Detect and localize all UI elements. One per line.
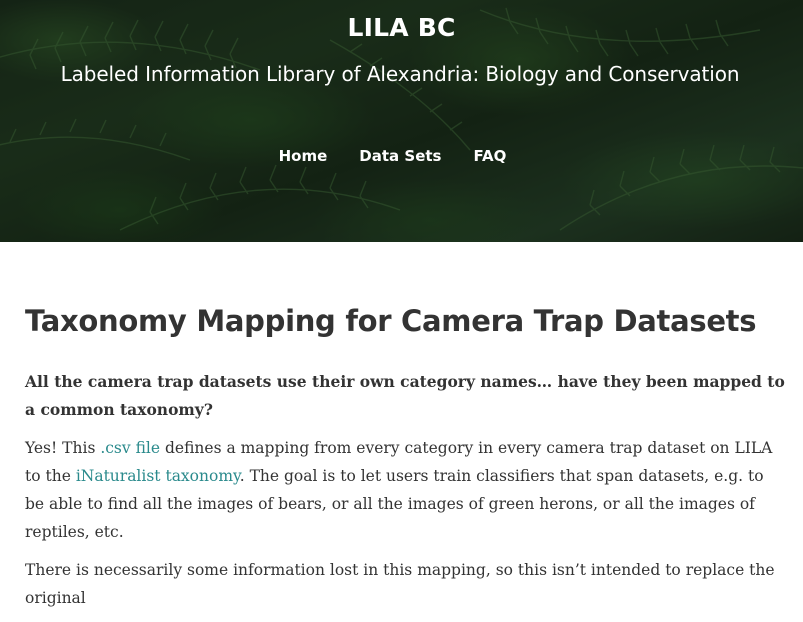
- answer-text-prefix: Yes! This: [25, 439, 101, 457]
- mapping-note: There is necessarily some information lo…: [25, 561, 775, 607]
- faq-question: All the camera trap datasets use their o…: [25, 372, 785, 419]
- csv-file-link[interactable]: .csv file: [100, 439, 160, 457]
- nav-item-data-sets[interactable]: Data Sets: [359, 147, 441, 165]
- nav-item-home[interactable]: Home: [279, 147, 328, 165]
- main-nav: Home Data Sets FAQ: [0, 147, 785, 165]
- faq-answer: Yes! This .csv file defines a mapping fr…: [25, 434, 785, 546]
- nav-item-faq[interactable]: FAQ: [473, 147, 506, 165]
- site-title[interactable]: LILA BC: [0, 13, 803, 42]
- page-title: Taxonomy Mapping for Camera Trap Dataset…: [25, 304, 757, 338]
- article-body: All the camera trap datasets use their o…: [25, 368, 785, 622]
- inaturalist-taxonomy-link[interactable]: iNaturalist taxonomy: [76, 467, 240, 485]
- site-subtitle: Labeled Information Library of Alexandri…: [60, 62, 740, 86]
- hero-banner: LILA BC Labeled Information Library of A…: [0, 0, 803, 242]
